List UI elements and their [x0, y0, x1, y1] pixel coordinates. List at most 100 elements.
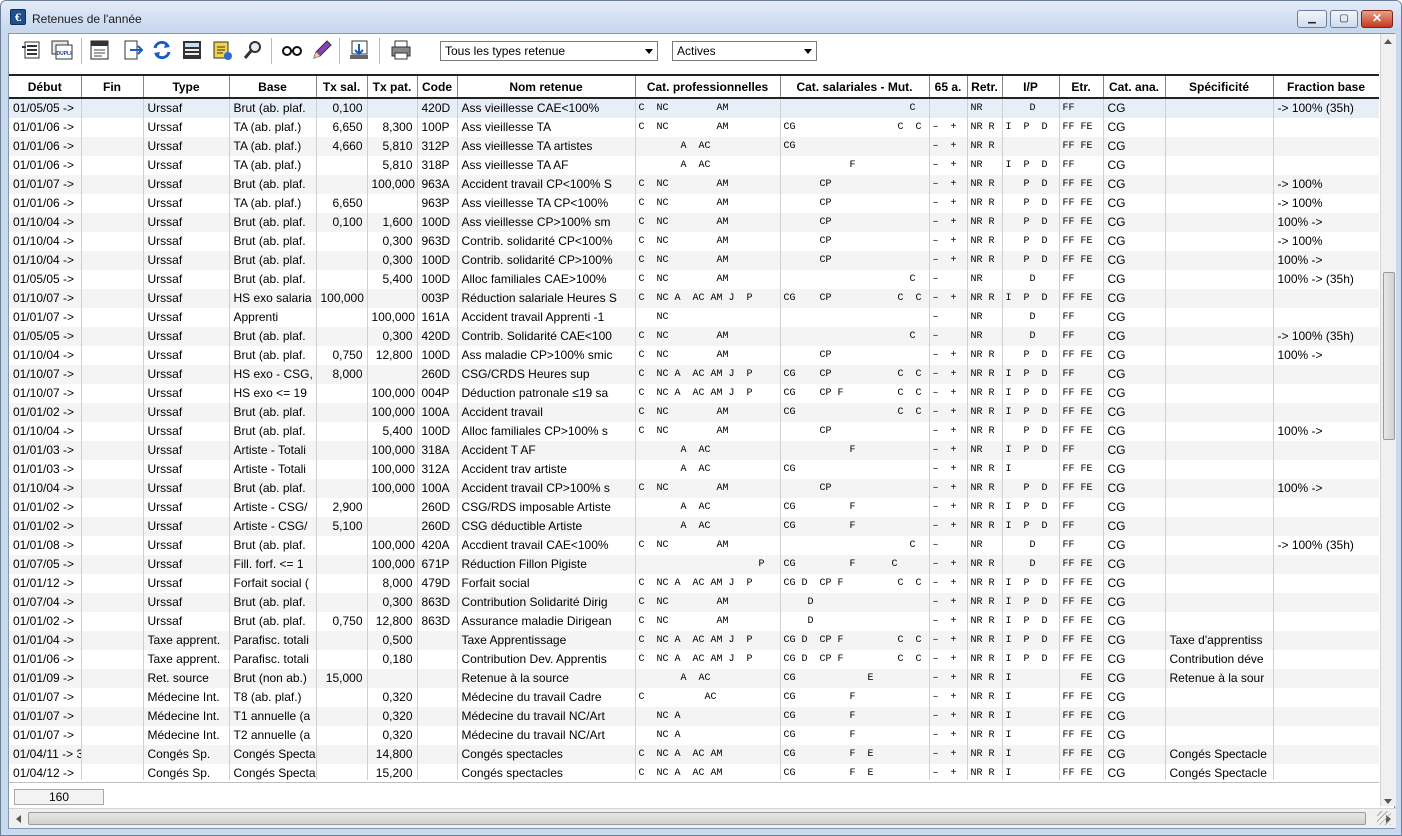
table-row[interactable]: 01/01/06 -> Urssaf TA (ab. plaf.) 6,650 8,30…: [9, 118, 1379, 137]
calculator-icon[interactable]: [180, 38, 204, 62]
table-cell: FF FE: [1059, 422, 1104, 441]
column-header[interactable]: Fin: [81, 76, 144, 99]
state-filter-value: Actives: [677, 44, 716, 58]
table-row[interactable]: 01/10/04 -> Urssaf Brut (ab. plaf. 5,400 100…: [9, 422, 1379, 441]
table-row[interactable]: 01/10/07 -> Urssaf HS exo <= 19 100,000 004P…: [9, 384, 1379, 403]
column-header[interactable]: Cat. ana.: [1103, 76, 1166, 99]
table-cell: P D: [1002, 346, 1060, 365]
state-filter-select[interactable]: Actives: [672, 41, 817, 61]
table-row[interactable]: 01/01/06 -> Urssaf TA (ab. plaf.) 4,660 5,81…: [9, 137, 1379, 156]
column-header[interactable]: Tx pat.: [367, 76, 418, 99]
table-row[interactable]: 01/07/05 -> Urssaf Fill. forf. <= 1 100,000…: [9, 555, 1379, 574]
table-row[interactable]: 01/10/04 -> Urssaf Brut (ab. plaf. 100,000 1…: [9, 479, 1379, 498]
table-cell: CP: [780, 232, 930, 251]
table-cell: A AC: [635, 156, 781, 175]
table-cell: [417, 726, 458, 745]
table-cell: I P D: [1002, 118, 1060, 137]
table-row[interactable]: 01/04/11 -> 31/03/12Congés Sp.Congés Spe…: [9, 745, 1379, 764]
table-row[interactable]: 01/01/04 -> Taxe apprent. Parafisc. totali…: [9, 631, 1379, 650]
table-cell: – +: [929, 555, 968, 574]
title-bar[interactable]: € Retenues de l'année ▁ ▢ ✕: [1, 1, 1401, 31]
find-icon[interactable]: [242, 38, 266, 62]
table-row[interactable]: 01/01/03 -> Urssaf Artiste - Totali 100,000…: [9, 441, 1379, 460]
table-row[interactable]: 01/10/04 -> Urssaf Brut (ab. plaf. 0,750 12,…: [9, 346, 1379, 365]
table-row[interactable]: 01/01/02 -> Urssaf Brut (ab. plaf. 100,000 1…: [9, 403, 1379, 422]
horizontal-scrollbar[interactable]: [9, 808, 1396, 828]
table-cell: 671P: [417, 555, 458, 574]
column-header[interactable]: I/P: [1002, 76, 1060, 99]
table-row[interactable]: 01/01/09 -> Ret. source Brut (non ab.) 15,0…: [9, 669, 1379, 688]
table-row[interactable]: 01/01/02 -> Urssaf Brut (ab. plaf. 0,750 12,…: [9, 612, 1379, 631]
table-row[interactable]: 01/10/04 -> Urssaf Brut (ab. plaf. 0,100 1,6…: [9, 213, 1379, 232]
table-cell: C NC AM: [635, 270, 781, 289]
scroll-left-icon[interactable]: [16, 815, 21, 823]
column-header[interactable]: Type: [143, 76, 230, 99]
table-row[interactable]: 01/01/08 -> Urssaf Brut (ab. plaf. 100,000 4…: [9, 536, 1379, 555]
table-cell: I: [1002, 688, 1060, 707]
print-sheet-icon[interactable]: [88, 38, 112, 62]
table-row[interactable]: 01/10/04 -> Urssaf Brut (ab. plaf. 0,300 100…: [9, 251, 1379, 270]
minimize-button[interactable]: ▁: [1297, 10, 1327, 28]
table-row[interactable]: 01/01/02 -> Urssaf Artiste - CSG/5,100 260D…: [9, 517, 1379, 536]
pencil-icon[interactable]: [310, 38, 334, 62]
column-header[interactable]: Code: [417, 76, 458, 99]
table-row[interactable]: 01/01/06 -> Taxe apprent. Parafisc. totali…: [9, 650, 1379, 669]
table-row[interactable]: 01/01/06 -> Urssaf TA (ab. plaf.) 5,810 318P…: [9, 156, 1379, 175]
table-cell: Urssaf: [143, 384, 230, 403]
column-header[interactable]: Fraction base: [1273, 76, 1379, 99]
type-filter-select[interactable]: Tous les types retenue: [440, 41, 658, 61]
vertical-scroll-thumb[interactable]: [1383, 272, 1395, 440]
column-header[interactable]: Retr.: [967, 76, 1003, 99]
column-header[interactable]: Tx sal.: [316, 76, 368, 99]
printer-icon[interactable]: [389, 38, 413, 62]
table-cell: CP: [780, 422, 930, 441]
table-row[interactable]: 01/05/05 -> Urssaf Brut (ab. plaf. 0,100 420…: [9, 98, 1379, 118]
table-row[interactable]: 01/01/02 -> Urssaf Artiste - CSG/2,900 260D…: [9, 498, 1379, 517]
table-row[interactable]: 01/10/07 -> Urssaf HS exo salaria 100,000 00…: [9, 289, 1379, 308]
table-cell: I P D: [1002, 593, 1060, 612]
table-cell: Urssaf: [143, 479, 230, 498]
glasses-icon[interactable]: [280, 38, 304, 62]
table-cell: C NC A AC AM J P: [635, 574, 781, 593]
table-row[interactable]: 01/01/12 -> Urssaf Forfait social (8,000 47…: [9, 574, 1379, 593]
table-row[interactable]: 01/01/06 -> Urssaf TA (ab. plaf.) 6,650 963P…: [9, 194, 1379, 213]
table-row[interactable]: 01/04/12 -> Congés Sp. Congés Specta 15,200…: [9, 764, 1379, 780]
column-header[interactable]: 65 a.: [929, 76, 968, 99]
column-header[interactable]: Début: [9, 76, 82, 99]
duplicate-icon[interactable]: DUPLI: [50, 38, 74, 62]
table-row[interactable]: 01/01/07 -> Urssaf Apprenti 100,000 161A Acci…: [9, 308, 1379, 327]
column-header[interactable]: Base: [229, 76, 317, 99]
scroll-down-icon[interactable]: [1384, 799, 1392, 804]
retenues-grid[interactable]: Début Fin Type Base Tx sal. Tx pat. Code Nom re…: [9, 74, 1379, 780]
table-cell: CG: [1103, 498, 1166, 517]
column-header[interactable]: Spécificité: [1165, 76, 1274, 99]
table-row[interactable]: 01/10/07 -> Urssaf HS exo - CSG, 8,000 260D C…: [9, 365, 1379, 384]
table-cell: [81, 669, 144, 688]
column-header[interactable]: Cat. professionnelles: [635, 76, 781, 99]
table-row[interactable]: 01/01/07 -> Médecine Int. T8 (ab. plaf.) 0,…: [9, 688, 1379, 707]
vertical-scrollbar[interactable]: [1380, 34, 1396, 806]
table-row[interactable]: 01/01/07 -> Médecine Int. T2 annuelle (a 0,…: [9, 726, 1379, 745]
import-icon[interactable]: [347, 38, 371, 62]
new-icon[interactable]: [20, 38, 44, 62]
table-row[interactable]: 01/10/04 -> Urssaf Brut (ab. plaf. 0,300 963…: [9, 232, 1379, 251]
scroll-up-icon[interactable]: [1384, 39, 1392, 44]
export-icon[interactable]: [121, 38, 145, 62]
table-cell: – +: [929, 384, 968, 403]
table-row[interactable]: 01/05/05 -> Urssaf Brut (ab. plaf. 5,400 100…: [9, 270, 1379, 289]
close-button[interactable]: ✕: [1361, 10, 1393, 28]
horizontal-scroll-thumb[interactable]: [28, 812, 1366, 825]
table-row[interactable]: 01/01/07 -> Médecine Int. T1 annuelle (a 0,…: [9, 707, 1379, 726]
column-header[interactable]: Etr.: [1059, 76, 1104, 99]
table-row[interactable]: 01/05/05 -> Urssaf Brut (ab. plaf. 0,300 420…: [9, 327, 1379, 346]
column-header[interactable]: Nom retenue: [457, 76, 636, 99]
table-row[interactable]: 01/07/04 -> Urssaf Brut (ab. plaf. 0,300 863…: [9, 593, 1379, 612]
table-row[interactable]: 01/01/07 -> Urssaf Brut (ab. plaf. 100,000 9…: [9, 175, 1379, 194]
table-cell: Urssaf: [143, 98, 230, 118]
resize-grip-icon[interactable]: [1377, 811, 1391, 825]
refresh-icon[interactable]: [150, 38, 174, 62]
maximize-button[interactable]: ▢: [1330, 10, 1358, 28]
table-row[interactable]: 01/01/03 -> Urssaf Artiste - Totali 100,000…: [9, 460, 1379, 479]
column-header[interactable]: Cat. salariales - Mut.: [780, 76, 930, 99]
edit-icon[interactable]: [210, 38, 234, 62]
